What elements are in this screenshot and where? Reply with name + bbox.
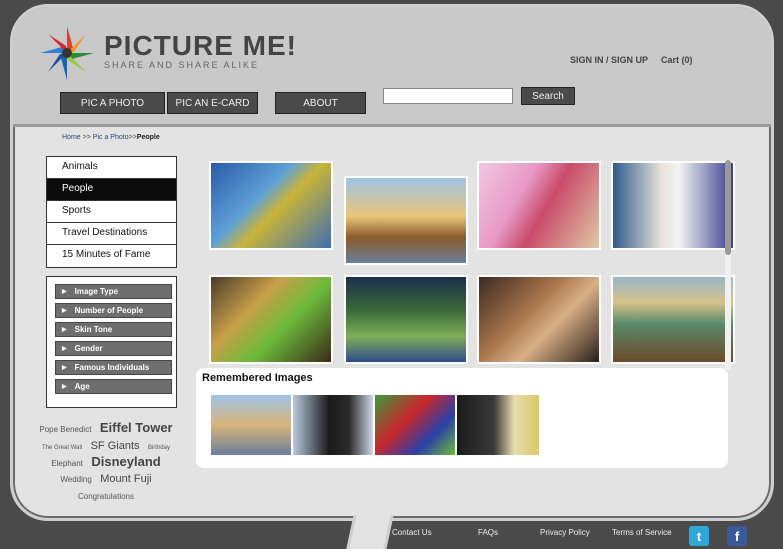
photo-thumbnail[interactable] xyxy=(209,275,333,364)
tag-link[interactable]: Pope Benedict xyxy=(39,425,91,434)
breadcrumb-sep: >> xyxy=(82,134,91,141)
remembered-thumbnail[interactable] xyxy=(210,394,292,456)
tag-link[interactable]: Elephant xyxy=(51,459,83,468)
bubble-tail xyxy=(346,515,394,549)
triangle-right-icon: ▶ xyxy=(62,289,67,295)
filter-label: Age xyxy=(74,382,90,391)
filter-label: Image Type xyxy=(74,287,119,296)
filter-famous-individuals[interactable]: ▶ Famous Individuals xyxy=(55,360,172,375)
filter-skin-tone[interactable]: ▶ Skin Tone xyxy=(55,322,172,337)
tag-link[interactable]: Birthday xyxy=(148,445,170,451)
category-animals[interactable]: Animals xyxy=(47,157,176,179)
filter-image-type[interactable]: ▶ Image Type xyxy=(55,284,172,299)
nav-pic-a-photo[interactable]: PIC A PHOTO xyxy=(60,92,165,114)
nav-about[interactable]: ABOUT xyxy=(275,92,366,114)
tag-link[interactable]: Mount Fuji xyxy=(100,474,151,486)
filter-label: Skin Tone xyxy=(74,325,113,334)
footer-terms-of-service[interactable]: Terms of Service xyxy=(612,528,672,537)
photo-thumbnail[interactable] xyxy=(344,275,468,364)
breadcrumb-current: People xyxy=(136,134,160,141)
triangle-right-icon: ▶ xyxy=(62,346,67,352)
filter-gender[interactable]: ▶ Gender xyxy=(55,341,172,356)
footer-contact-us[interactable]: Contact Us xyxy=(392,528,432,537)
photo-thumbnail[interactable] xyxy=(611,275,735,364)
photo-thumbnail[interactable] xyxy=(344,176,468,265)
grid-scroll-thumb[interactable] xyxy=(725,160,731,255)
photo-thumbnail[interactable] xyxy=(477,275,601,364)
breadcrumb-home[interactable]: Home xyxy=(62,134,81,141)
triangle-right-icon: ▶ xyxy=(62,384,67,390)
breadcrumb-sep: >> xyxy=(128,134,137,141)
remembered-thumbnail[interactable] xyxy=(374,394,456,456)
category-people[interactable]: People xyxy=(47,179,176,201)
tag-link[interactable]: SF Giants xyxy=(91,440,140,453)
search-input[interactable] xyxy=(383,88,513,104)
sign-in-link[interactable]: SIGN IN / SIGN UP xyxy=(570,55,648,65)
filter-age[interactable]: ▶ Age xyxy=(55,379,172,394)
photo-thumbnail[interactable] xyxy=(611,161,735,250)
category-list: Animals People Sports Travel Destination… xyxy=(46,156,177,268)
brand-title[interactable]: PICTURE ME! xyxy=(104,30,297,62)
filter-label: Famous Individuals xyxy=(74,363,150,372)
filter-label: Number of People xyxy=(74,306,144,315)
category-sports[interactable]: Sports xyxy=(47,201,176,223)
category-travel-destinations[interactable]: Travel Destinations xyxy=(47,223,176,245)
search-button[interactable]: Search xyxy=(521,87,575,105)
footer-faqs[interactable]: FAQs xyxy=(478,528,498,537)
facebook-icon[interactable]: f xyxy=(727,526,747,546)
filter-panel: ▶ Image Type ▶ Number of People ▶ Skin Tone… xyxy=(46,276,177,408)
brand-tagline: SHARE AND SHARE ALIKE xyxy=(104,60,260,70)
breadcrumb: Home >> Pic a Photo>>People xyxy=(62,134,160,141)
tag-link[interactable]: The Great Wall xyxy=(42,445,82,451)
twitter-icon[interactable]: t xyxy=(689,526,709,546)
logo-icon[interactable] xyxy=(40,26,94,80)
triangle-right-icon: ▶ xyxy=(62,365,67,371)
tag-cloud: Pope Benedict Eiffel Tower The Great Wal… xyxy=(34,420,178,504)
tag-link[interactable]: Eiffel Tower xyxy=(100,421,173,435)
footer-privacy-policy[interactable]: Privacy Policy xyxy=(540,528,590,537)
tag-link[interactable]: Disneyland xyxy=(91,454,160,469)
nav-pic-an-ecard[interactable]: PIC AN E-CARD xyxy=(167,92,258,114)
tag-link[interactable]: Wedding xyxy=(60,475,91,484)
filter-label: Gender xyxy=(74,344,103,353)
remembered-images-title: Remembered Images xyxy=(202,372,313,384)
remembered-thumbnail[interactable] xyxy=(456,394,540,456)
triangle-right-icon: ▶ xyxy=(62,308,67,314)
category-15-minutes-of-fame[interactable]: 15 Minutes of Fame xyxy=(47,245,176,267)
photo-thumbnail[interactable] xyxy=(477,161,601,250)
photo-thumbnail[interactable] xyxy=(209,161,333,250)
tag-link[interactable]: Congratulations xyxy=(78,492,134,501)
filter-number-of-people[interactable]: ▶ Number of People xyxy=(55,303,172,318)
triangle-right-icon: ▶ xyxy=(62,327,67,333)
breadcrumb-pic-a-photo[interactable]: Pic a Photo xyxy=(93,134,129,141)
cart-link[interactable]: Cart (0) xyxy=(661,55,693,65)
remembered-thumbnail[interactable] xyxy=(292,394,374,456)
